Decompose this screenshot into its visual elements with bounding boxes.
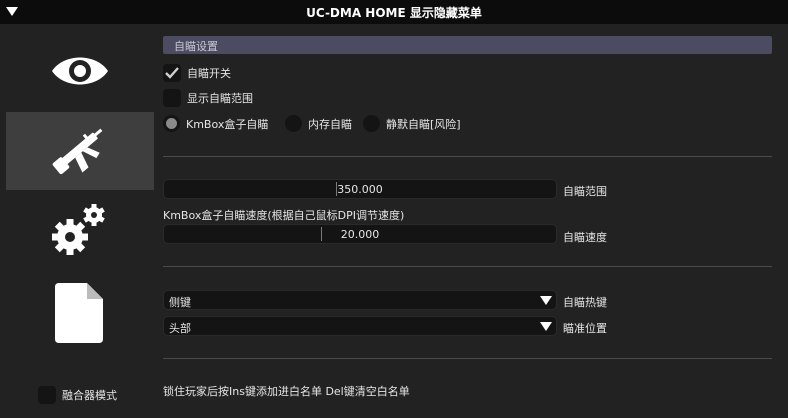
radio-silent-label: 静默自瞄[风险] bbox=[386, 117, 461, 131]
sidebar-item-misc[interactable] bbox=[6, 274, 154, 352]
dropdown-arrow-icon[interactable] bbox=[540, 296, 552, 305]
document-icon bbox=[55, 283, 103, 343]
title-bar: UC-DMA HOME 显示隐藏菜单 bbox=[0, 0, 788, 24]
aim-position-dropdown[interactable]: 头部 bbox=[163, 316, 557, 336]
aimbot-enable-label: 自瞄开关 bbox=[187, 67, 231, 80]
hotkey-value: 侧键 bbox=[169, 296, 191, 309]
whitelist-note: 锁住玩家后按Ins键添加进白名单 Del键清空白名单 bbox=[163, 385, 410, 398]
radio-kmbox[interactable] bbox=[163, 115, 180, 132]
radio-selected-dot bbox=[166, 118, 177, 129]
section-title: 自瞄设置 bbox=[174, 40, 218, 53]
hotkey-dropdown[interactable]: 侧键 bbox=[163, 290, 557, 310]
fusion-mode-label: 融合器模式 bbox=[62, 389, 117, 402]
checkmark-icon bbox=[165, 67, 179, 79]
sidebar-item-settings[interactable] bbox=[6, 192, 154, 270]
show-range-label: 显示自瞄范围 bbox=[187, 92, 253, 105]
window-title: UC-DMA HOME 显示隐藏菜单 bbox=[306, 6, 482, 20]
mode-radio-kmbox[interactable]: KmBox盒子自瞄 bbox=[163, 115, 268, 132]
aim-position-label: 瞄准位置 bbox=[563, 322, 607, 335]
mode-radio-memory[interactable]: 内存自瞄 bbox=[285, 115, 352, 132]
divider bbox=[163, 358, 772, 359]
aim-position-value: 头部 bbox=[169, 322, 191, 335]
main-window: UC-DMA HOME 显示隐藏菜单 融合器模式 自瞄设置 自瞄开关 显示自瞄范… bbox=[0, 0, 788, 418]
sidebar-item-aimbot[interactable] bbox=[6, 112, 154, 190]
speed-note: KmBox盒子自瞄速度(根据自己鼠标DPI调节速度) bbox=[163, 209, 405, 222]
radio-silent[interactable] bbox=[363, 115, 380, 132]
fusion-mode-toggle[interactable]: 融合器模式 bbox=[38, 386, 117, 404]
range-slider-value: 350.000 bbox=[337, 183, 383, 196]
divider bbox=[163, 266, 772, 267]
speed-label: 自瞄速度 bbox=[563, 231, 607, 244]
range-label: 自瞄范围 bbox=[563, 185, 607, 198]
rifle-icon bbox=[52, 128, 103, 175]
divider bbox=[163, 156, 772, 157]
speed-slider[interactable]: 20.000 bbox=[163, 224, 557, 244]
show-range-checkbox[interactable] bbox=[163, 89, 181, 107]
radio-memory[interactable] bbox=[285, 115, 302, 132]
range-slider[interactable]: 350.000 bbox=[163, 179, 557, 199]
mode-radio-silent[interactable]: 静默自瞄[风险] bbox=[363, 115, 461, 132]
sidebar-item-visuals[interactable] bbox=[6, 32, 154, 110]
radio-memory-label: 内存自瞄 bbox=[308, 117, 352, 131]
dropdown-arrow-icon[interactable] bbox=[540, 322, 552, 331]
aimbot-enable-checkbox[interactable] bbox=[163, 64, 181, 82]
aimbot-panel: 自瞄设置 自瞄开关 显示自瞄范围 KmBox盒子自瞄 内存自瞄 静默自瞄[风险] bbox=[163, 24, 773, 418]
gears-icon bbox=[52, 204, 105, 255]
radio-kmbox-label: KmBox盒子自瞄 bbox=[186, 117, 269, 131]
show-range-toggle[interactable]: 显示自瞄范围 bbox=[163, 89, 253, 107]
speed-slider-value: 20.000 bbox=[340, 228, 380, 241]
fusion-mode-checkbox[interactable] bbox=[38, 386, 56, 404]
section-header: 自瞄设置 bbox=[163, 36, 772, 54]
eye-icon bbox=[52, 57, 108, 85]
hotkey-label: 自瞄热键 bbox=[563, 296, 607, 309]
aimbot-enable-toggle[interactable]: 自瞄开关 bbox=[163, 64, 231, 82]
sidebar: 融合器模式 bbox=[0, 24, 160, 418]
